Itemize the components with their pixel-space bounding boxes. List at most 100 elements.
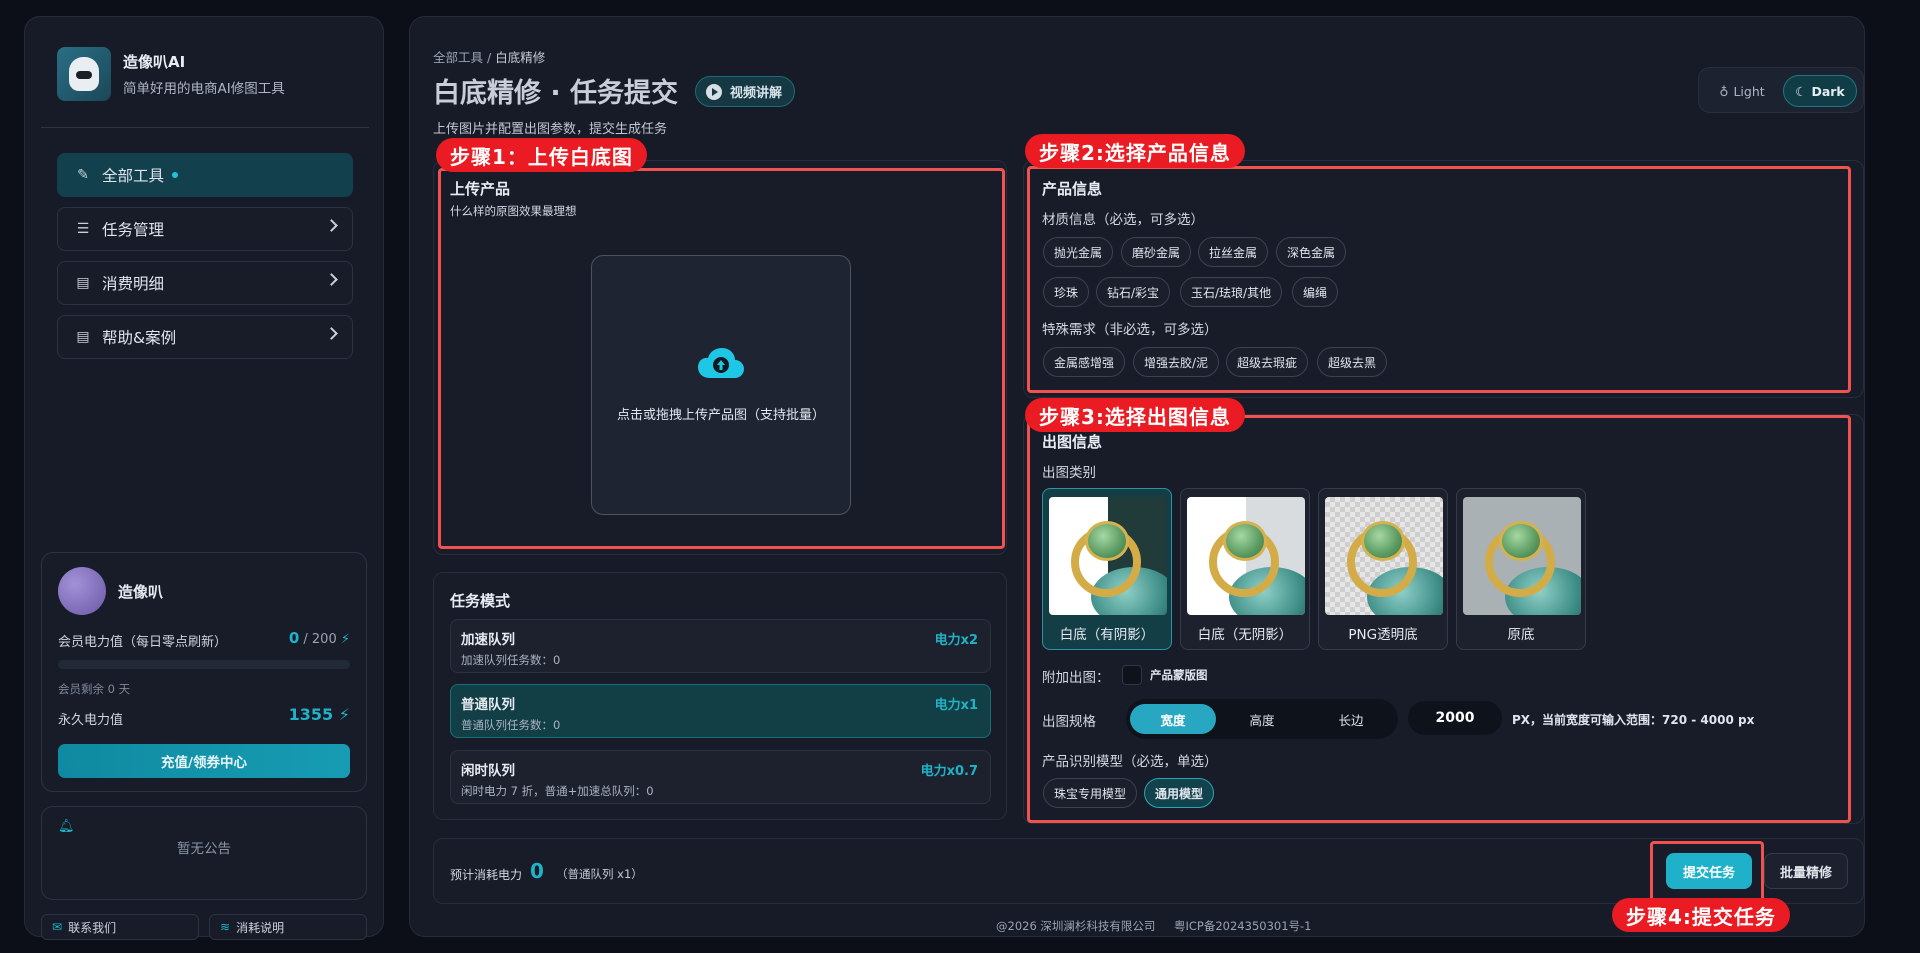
queue-name: 普通队列 bbox=[461, 697, 515, 713]
extra-output-label: 附加出图： bbox=[1042, 670, 1110, 686]
video-tutorial-button[interactable]: 视频讲解 bbox=[695, 76, 796, 107]
category-label-text: 白底（有阴影） bbox=[1059, 627, 1155, 643]
estimate-label: 预计消耗电力 bbox=[450, 868, 523, 882]
step1-label: 步骤1：上传白底图 bbox=[436, 138, 647, 172]
special-tag[interactable]: 增强去胶/泥 bbox=[1133, 347, 1220, 377]
step4-label: 步骤4:提交任务 bbox=[1612, 898, 1790, 932]
lightning-icon: ⚡ bbox=[338, 705, 350, 724]
member-power-max: / 200 bbox=[303, 632, 337, 647]
category-png-transparent[interactable]: PNG透明底 bbox=[1318, 488, 1448, 650]
material-tag[interactable]: 珍珠 bbox=[1043, 277, 1090, 307]
upload-hint-link[interactable]: 什么样的原图效果最理想 bbox=[450, 203, 577, 219]
contact-us-button[interactable]: ✉ 联系我们 bbox=[41, 914, 199, 940]
notice-text: 暂无公告 bbox=[177, 841, 231, 857]
list-icon: ☰ bbox=[76, 221, 90, 237]
consume-info-button[interactable]: ≋ 消耗说明 bbox=[209, 914, 367, 940]
model-option-general[interactable]: 通用模型 bbox=[1144, 778, 1215, 808]
special-tag[interactable]: 金属感增强 bbox=[1043, 347, 1126, 377]
queue-option-normal[interactable]: 普通队列 普通队列任务数：0 电力x1 bbox=[450, 684, 991, 738]
member-remaining: 会员剩余 0 天 bbox=[58, 682, 131, 696]
product-info-title: 产品信息 bbox=[1042, 180, 1103, 198]
category-label-text: PNG透明底 bbox=[1348, 627, 1418, 643]
mask-checkbox[interactable] bbox=[1122, 665, 1142, 685]
theme-light-option[interactable]: ♁ Light bbox=[1707, 75, 1777, 107]
queue-power: 电力x2 bbox=[934, 633, 978, 648]
ring-thumbnail bbox=[1049, 497, 1167, 615]
spec-option-long-side[interactable]: 长边 bbox=[1308, 704, 1394, 734]
material-tag[interactable]: 拉丝金属 bbox=[1198, 237, 1269, 267]
chevron-right-icon bbox=[325, 273, 338, 286]
brand-name: 造像叭AI bbox=[123, 53, 186, 71]
upload-dropzone[interactable]: 点击或拖拽上传产品图（支持批量） bbox=[591, 255, 851, 515]
model-option-jewelry[interactable]: 珠宝专用模型 bbox=[1043, 778, 1138, 808]
moon-icon: ☾ bbox=[1795, 83, 1807, 99]
spec-label: 出图规格 bbox=[1042, 714, 1096, 730]
category-white-shadow[interactable]: 白底（有阴影） bbox=[1042, 488, 1172, 650]
queue-desc: 加速队列任务数：0 bbox=[461, 653, 561, 667]
material-tag[interactable]: 玉石/珐琅/其他 bbox=[1180, 277, 1283, 307]
contact-us-label: 联系我们 bbox=[68, 920, 117, 935]
material-tag[interactable]: 编绳 bbox=[1292, 277, 1339, 307]
special-tag[interactable]: 超级去瑕疵 bbox=[1226, 347, 1309, 377]
sidebar-item-all-tools[interactable]: ✎ 全部工具 bbox=[57, 153, 353, 197]
estimate-value: 0 bbox=[530, 859, 544, 883]
recharge-button[interactable]: 充值/领券中心 bbox=[58, 744, 350, 778]
breadcrumb-separator: / bbox=[487, 50, 492, 65]
special-label: 特殊需求（非必选，可多选） bbox=[1042, 322, 1218, 338]
material-label: 材质信息（必选，可多选） bbox=[1042, 212, 1204, 228]
category-white-no-shadow[interactable]: 白底（无阴影） bbox=[1180, 488, 1310, 650]
spec-option-width[interactable]: 宽度 bbox=[1130, 704, 1216, 734]
category-label-text: 白底（无阴影） bbox=[1197, 627, 1293, 643]
brand-tagline: 简单好用的电商AI修图工具 bbox=[123, 81, 285, 97]
spec-segmented-control: 宽度 高度 长边 bbox=[1126, 699, 1398, 739]
avatar[interactable] bbox=[58, 567, 106, 615]
sidebar-item-consumption[interactable]: ▤ 消费明细 bbox=[57, 261, 353, 305]
estimate-note: （普通队列 x1） bbox=[556, 867, 643, 881]
spec-size-input[interactable]: 2000 bbox=[1408, 701, 1502, 735]
breadcrumb-current: 白底精修 bbox=[495, 50, 546, 65]
theme-dark-label: Dark bbox=[1811, 83, 1845, 99]
material-tag[interactable]: 磨砂金属 bbox=[1121, 237, 1192, 267]
brush-icon: ✎ bbox=[77, 167, 89, 183]
theme-toggle: ♁ Light ☾ Dark bbox=[1698, 67, 1864, 113]
notice-card: 🔔︎ 暂无公告 bbox=[41, 806, 367, 900]
sidebar-item-help[interactable]: ▤ 帮助&案例 bbox=[57, 315, 353, 359]
step2-label: 步骤2:选择产品信息 bbox=[1025, 134, 1245, 168]
ring-thumbnail bbox=[1325, 497, 1443, 615]
spec-hint: PX，当前宽度可输入范围：720 - 4000 px bbox=[1512, 713, 1755, 727]
sidebar-item-task-management[interactable]: ☰ 任务管理 bbox=[57, 207, 353, 251]
sidebar-item-label: 全部工具 bbox=[102, 167, 165, 185]
mail-icon: ✉ bbox=[52, 920, 63, 934]
consume-info-label: 消耗说明 bbox=[236, 920, 285, 935]
breadcrumb-root[interactable]: 全部工具 bbox=[433, 50, 483, 65]
submit-task-button[interactable]: 提交任务 bbox=[1666, 853, 1752, 889]
sidebar-item-label: 任务管理 bbox=[102, 221, 165, 239]
task-mode-title: 任务模式 bbox=[450, 592, 511, 610]
queue-option-accelerated[interactable]: 加速队列 加速队列任务数：0 电力x2 bbox=[450, 619, 991, 673]
material-tag[interactable]: 抛光金属 bbox=[1043, 237, 1114, 267]
material-tag[interactable]: 深色金属 bbox=[1276, 237, 1347, 267]
batch-retouch-button[interactable]: 批量精修 bbox=[1764, 853, 1848, 889]
perm-power-value: 1355 bbox=[288, 705, 334, 724]
theme-light-label: Light bbox=[1733, 83, 1765, 99]
chevron-right-icon bbox=[325, 219, 338, 232]
upload-title: 上传产品 bbox=[450, 180, 511, 198]
video-tutorial-label: 视频讲解 bbox=[730, 86, 783, 101]
sidebar-divider bbox=[41, 127, 369, 128]
queue-name: 加速队列 bbox=[461, 632, 515, 648]
output-info-title: 出图信息 bbox=[1042, 433, 1103, 451]
theme-dark-option[interactable]: ☾ Dark bbox=[1783, 75, 1857, 107]
spec-option-height[interactable]: 高度 bbox=[1219, 704, 1305, 734]
breadcrumb: 全部工具 / 白底精修 bbox=[433, 47, 545, 66]
page-subtitle: 上传图片并配置出图参数，提交生成任务 bbox=[433, 122, 668, 137]
queue-desc: 闲时电力 7 折，普通+加速总队列：0 bbox=[461, 784, 654, 798]
category-original[interactable]: 原底 bbox=[1456, 488, 1586, 650]
special-tag[interactable]: 超级去黑 bbox=[1317, 347, 1388, 377]
queue-power: 电力x0.7 bbox=[920, 764, 978, 779]
material-tag[interactable]: 钻石/彩宝 bbox=[1096, 277, 1171, 307]
brand-logo[interactable] bbox=[57, 47, 111, 101]
icp-record[interactable]: 粤ICP备2024350301号-1 bbox=[1174, 918, 1312, 934]
mask-checkbox-label: 产品蒙版图 bbox=[1150, 668, 1208, 682]
page-title: 白底精修 · 任务提交 bbox=[433, 78, 679, 109]
queue-option-idle[interactable]: 闲时队列 闲时电力 7 折，普通+加速总队列：0 电力x0.7 bbox=[450, 750, 991, 804]
